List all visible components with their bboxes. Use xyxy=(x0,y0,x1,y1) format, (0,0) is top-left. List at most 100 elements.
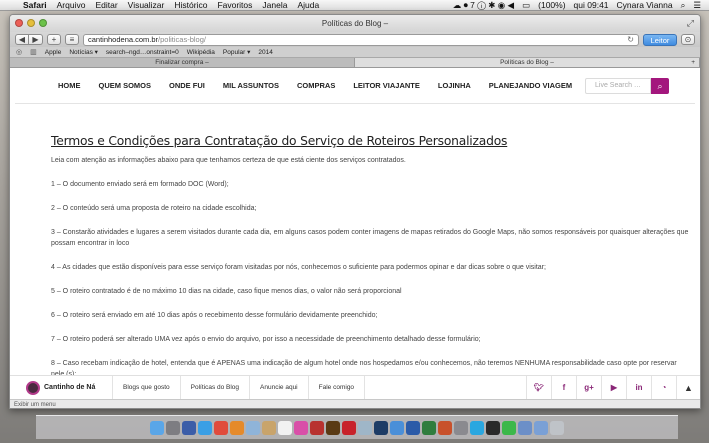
user-name[interactable]: Cynara Vianna xyxy=(613,0,677,11)
back-forward-group: ◀ ▶ xyxy=(15,34,43,45)
system-preferences-icon[interactable] xyxy=(454,420,468,435)
safari-icon[interactable] xyxy=(198,420,212,435)
menu-historico[interactable]: Histórico xyxy=(169,0,212,11)
minimize-button[interactable] xyxy=(27,19,35,27)
launchpad-icon[interactable] xyxy=(166,420,180,435)
logo-text: Cantinho de Ná xyxy=(44,384,96,391)
menu-bar: Safari Arquivo Editar Visualizar Históri… xyxy=(0,0,709,11)
term-paragraph: 4 – As cidades que estão disponíveis par… xyxy=(51,264,546,271)
trash-icon[interactable] xyxy=(550,420,564,435)
search-icon: ⌕ xyxy=(657,81,663,91)
nav-onde-fui[interactable]: ONDE FUI xyxy=(169,81,205,90)
dock xyxy=(36,415,678,439)
bookmark-item[interactable]: Wikipédia xyxy=(187,49,215,56)
app-store-icon[interactable] xyxy=(390,420,404,435)
window-title: Políticas do Blog – xyxy=(321,19,389,28)
bookmarks-icon[interactable]: ▥ xyxy=(30,48,37,56)
list-icon[interactable]: ☰ xyxy=(689,0,705,11)
chrome-icon[interactable] xyxy=(214,420,228,435)
finder-icon[interactable] xyxy=(150,420,164,435)
downloads-folder-icon[interactable] xyxy=(518,420,532,435)
bookmark-item[interactable]: Apple xyxy=(45,49,62,56)
footer-link-politicas[interactable]: Políticas do Blog xyxy=(179,375,249,400)
calendar-icon[interactable] xyxy=(278,420,292,435)
reload-icon[interactable]: ↻ xyxy=(627,35,634,45)
sidebar-button[interactable]: ≡ xyxy=(65,34,79,45)
menu-ajuda[interactable]: Ajuda xyxy=(292,0,324,11)
url-domain: cantinhodena.com.br xyxy=(88,34,159,44)
menu-app[interactable]: Safari xyxy=(18,0,52,11)
footer-link-blogs[interactable]: Blogs que gosto xyxy=(112,375,180,400)
nav-compras[interactable]: COMPRAS xyxy=(297,81,335,90)
rss-icon[interactable]: ◔ xyxy=(651,375,676,400)
new-tab-icon[interactable]: + xyxy=(691,58,695,68)
word-icon[interactable] xyxy=(406,420,420,435)
bookmark-item[interactable]: Popular ▾ xyxy=(223,48,250,56)
back-button[interactable]: ◀ xyxy=(15,34,29,45)
menu-favoritos[interactable]: Favoritos xyxy=(212,0,257,11)
nav-leitor-viajante[interactable]: LEITOR VIAJANTE xyxy=(353,81,420,90)
status-icons[interactable]: ☁ ⏺ 7 ⓘ ✱ ◉ ◀ xyxy=(449,0,518,11)
menu-editar[interactable]: Editar xyxy=(90,0,122,11)
illustrator-icon[interactable] xyxy=(326,420,340,435)
clock[interactable]: qui 09:41 xyxy=(570,0,613,11)
mission-control-icon[interactable] xyxy=(182,420,196,435)
footer-link-fale-comigo[interactable]: Fale comigo xyxy=(307,375,366,400)
skype-icon[interactable] xyxy=(470,420,484,435)
mail-icon[interactable] xyxy=(246,420,260,435)
search-input[interactable]: Live Search … xyxy=(585,78,651,94)
excel-icon[interactable] xyxy=(422,420,436,435)
nav-planejando-viagem[interactable]: PLANEJANDO VIAGEM xyxy=(489,81,572,90)
site-nav: HOME QUEM SOMOS ONDE FUI MIL ASSUNTOS CO… xyxy=(15,68,695,104)
downloads-button[interactable]: ⊙ xyxy=(681,34,695,45)
reading-list-icon[interactable]: ◎ xyxy=(16,48,22,56)
tab-finalizar-compra[interactable]: Finalizar compra – xyxy=(10,58,355,67)
url-path: /politicas-blog/ xyxy=(158,34,206,44)
battery-percent: (100%) xyxy=(538,0,566,10)
twitter-icon[interactable]: 🐦︎ xyxy=(526,375,551,400)
share-button[interactable]: + xyxy=(47,34,61,45)
terminal-icon[interactable] xyxy=(486,420,500,435)
google-plus-icon[interactable]: g+ xyxy=(576,375,601,400)
forward-button[interactable]: ▶ xyxy=(29,34,43,45)
scroll-top-icon[interactable]: ▲ xyxy=(676,375,700,400)
close-button[interactable] xyxy=(15,19,23,27)
address-bar[interactable]: cantinhodena.com.br/politicas-blog/ ↻ xyxy=(83,33,639,46)
search-icon[interactable]: ⌕ xyxy=(677,0,690,11)
photoshop-icon[interactable] xyxy=(374,420,388,435)
footer-link-anuncie[interactable]: Anuncie aqui xyxy=(249,375,308,400)
powerpoint-icon[interactable] xyxy=(438,420,452,435)
facebook-icon[interactable]: f xyxy=(551,375,576,400)
tab-politicas[interactable]: Políticas do Blog – + xyxy=(355,58,700,67)
bookmark-item[interactable]: 2014 xyxy=(258,49,272,56)
bookmark-item[interactable]: Notícias ▾ xyxy=(69,48,98,56)
facetime-icon[interactable] xyxy=(502,420,516,435)
window-controls xyxy=(15,19,47,27)
acrobat-icon[interactable] xyxy=(342,420,356,435)
firefox-icon[interactable] xyxy=(230,420,244,435)
menu-janela[interactable]: Janela xyxy=(257,0,292,11)
menu-visualizar[interactable]: Visualizar xyxy=(123,0,170,11)
battery-icon[interactable]: ▭ xyxy=(518,0,534,11)
preview-icon[interactable] xyxy=(358,420,372,435)
nav-lojinha[interactable]: LOJINHA xyxy=(438,81,471,90)
site-logo[interactable]: Cantinho de Ná xyxy=(26,380,112,395)
bookmarks-bar: ◎ ▥ Apple Notícias ▾ search–ngd…onstrain… xyxy=(10,47,700,58)
term-paragraph: 2 – O conteúdo será uma proposta de rote… xyxy=(51,205,257,212)
contacts-icon[interactable] xyxy=(262,420,276,435)
itunes-icon[interactable] xyxy=(294,420,308,435)
menu-arquivo[interactable]: Arquivo xyxy=(52,0,91,11)
fullscreen-icon[interactable]: ⤢ xyxy=(687,15,694,32)
toolbar: ◀ ▶ + ≡ cantinhodena.com.br/politicas-bl… xyxy=(10,32,700,47)
bookmark-item[interactable]: search–ngd…onstraint=0 xyxy=(106,49,179,56)
photo-booth-icon[interactable] xyxy=(310,420,324,435)
nav-mil-assuntos[interactable]: MIL ASSUNTOS xyxy=(223,81,279,90)
nav-quem-somos[interactable]: QUEM SOMOS xyxy=(99,81,152,90)
documents-folder-icon[interactable] xyxy=(534,420,548,435)
search-button[interactable]: ⌕ xyxy=(651,78,669,94)
linkedin-icon[interactable]: in xyxy=(626,375,651,400)
zoom-button[interactable] xyxy=(39,19,47,27)
nav-home[interactable]: HOME xyxy=(58,81,81,90)
reader-button[interactable]: Leitor xyxy=(643,33,677,46)
youtube-icon[interactable]: ▶ xyxy=(601,375,626,400)
